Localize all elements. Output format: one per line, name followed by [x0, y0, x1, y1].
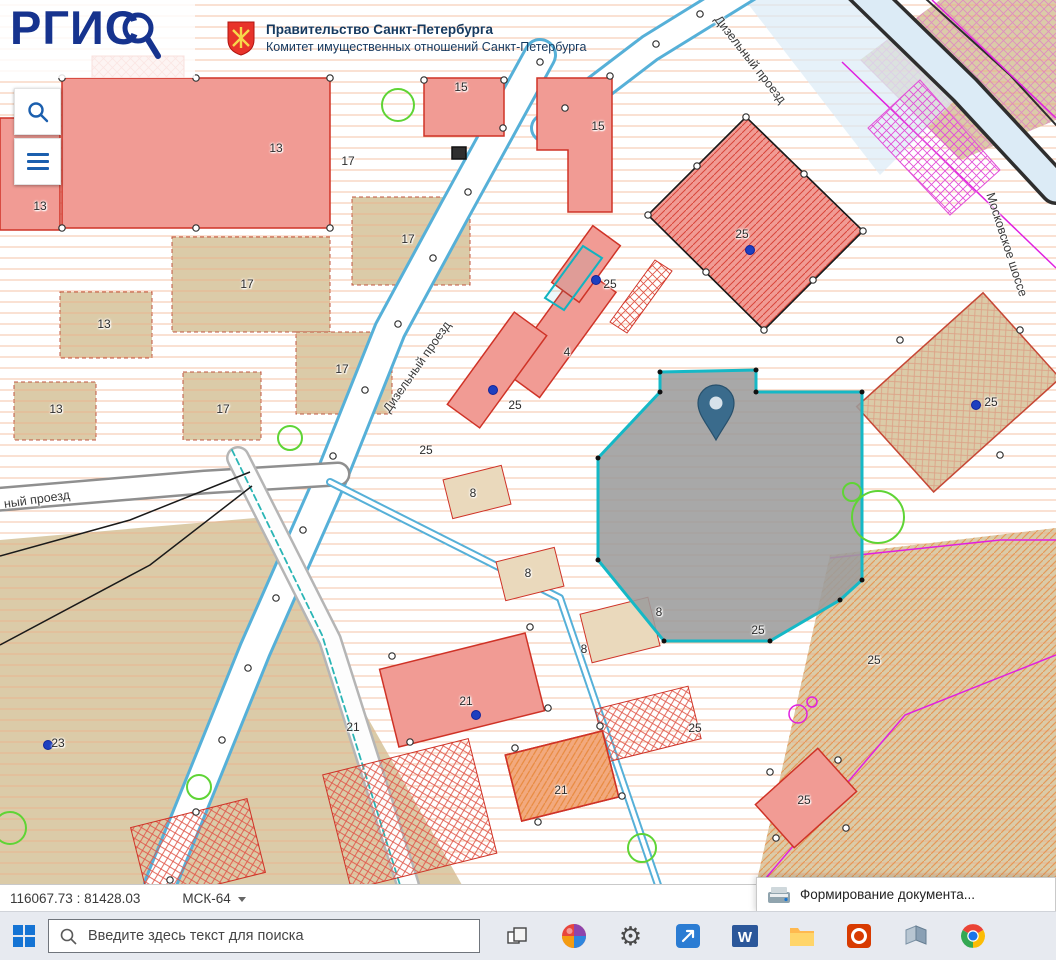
- start-button[interactable]: [0, 912, 48, 960]
- chevron-down-icon: [238, 897, 246, 902]
- cursor-coordinates: 116067.73 : 81428.03: [10, 891, 140, 906]
- document-generation-icon: [767, 885, 791, 905]
- crs-selector[interactable]: МСК-64: [182, 891, 245, 906]
- word-icon: W: [732, 923, 758, 949]
- colorful-sphere-icon: [561, 923, 587, 949]
- taskbar-search-input[interactable]: [86, 927, 450, 945]
- gov-header: Правительство Санкт-Петербурга Комитет и…: [226, 20, 586, 56]
- map-menu-button[interactable]: [14, 138, 61, 185]
- map-tools: [14, 88, 61, 185]
- gov-line2: Комитет имущественных отношений Санкт-Пе…: [266, 39, 586, 55]
- chrome-icon: [960, 923, 986, 949]
- book-icon: [903, 924, 929, 948]
- windows-logo-icon: [13, 925, 35, 947]
- map-viewport[interactable]: 1313131315151717171717252525252525252525…: [0, 0, 1056, 885]
- toast-text: Формирование документа...: [800, 887, 975, 902]
- desktop: 1313131315151717171717252525252525252525…: [0, 0, 1056, 960]
- settings-gear-icon: ⚙: [619, 923, 642, 949]
- taskbar-app-office[interactable]: [830, 912, 887, 960]
- taskbar: ⚙ W: [0, 911, 1056, 960]
- map-search-button[interactable]: [14, 88, 61, 135]
- crs-value: МСК-64: [182, 891, 230, 906]
- spb-coat-of-arms-icon: [226, 20, 256, 56]
- taskbar-app-book[interactable]: [887, 912, 944, 960]
- task-view-button[interactable]: [488, 912, 545, 960]
- taskbar-app-blue-arrow[interactable]: [659, 912, 716, 960]
- rgis-logo: РГИС: [10, 4, 162, 62]
- taskbar-app-settings[interactable]: ⚙: [602, 912, 659, 960]
- taskbar-app-paint3d[interactable]: [545, 912, 602, 960]
- blue-arrow-app-icon: [676, 924, 700, 948]
- taskbar-app-word[interactable]: W: [716, 912, 773, 960]
- rgis-logo-magnifier-icon: [118, 10, 162, 62]
- file-explorer-icon: [789, 925, 815, 947]
- taskbar-app-file-explorer[interactable]: [773, 912, 830, 960]
- svg-text:W: W: [737, 929, 752, 946]
- office-icon: [847, 924, 871, 948]
- map-canvas[interactable]: [0, 0, 1056, 885]
- taskbar-icons: ⚙ W: [488, 912, 1001, 960]
- document-generation-toast[interactable]: Формирование документа...: [756, 877, 1056, 912]
- gov-line1: Правительство Санкт-Петербурга: [266, 21, 586, 39]
- hamburger-menu-icon: [27, 153, 49, 170]
- taskbar-app-chrome[interactable]: [944, 912, 1001, 960]
- search-icon: [60, 928, 77, 945]
- task-view-icon: [505, 924, 529, 948]
- search-icon: [26, 100, 50, 124]
- taskbar-search[interactable]: [48, 919, 480, 953]
